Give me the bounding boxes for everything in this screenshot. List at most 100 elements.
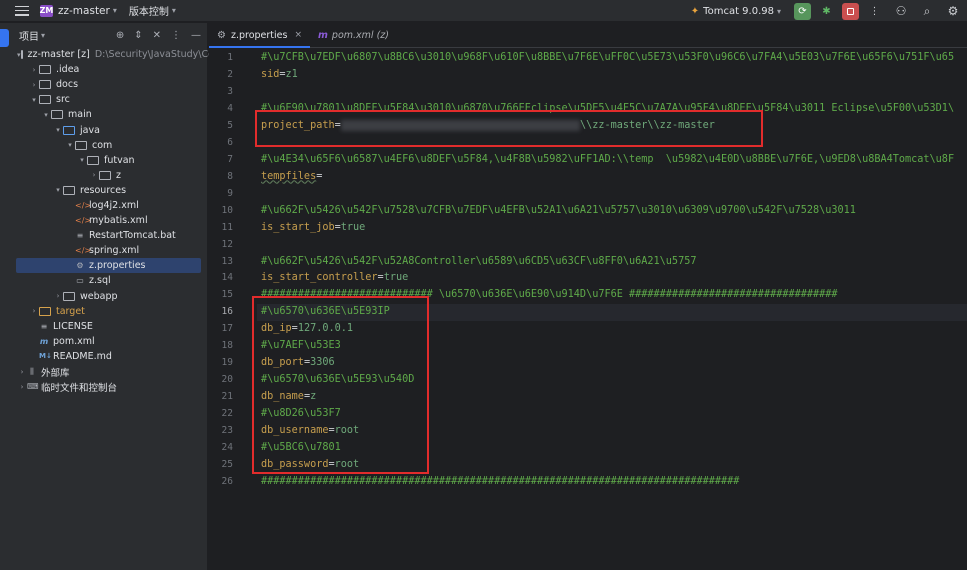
- text-file-icon: ≡: [40, 321, 48, 331]
- chevron-down-icon[interactable]: ▾: [172, 6, 176, 15]
- project-name[interactable]: zz-master: [58, 5, 110, 17]
- code-token: ########################################…: [261, 476, 740, 487]
- tree-item-pom[interactable]: m pom.xml: [9, 334, 207, 349]
- tree-item-label: LICENSE: [53, 320, 93, 332]
- code-line: #\u7CFB\u7EDF\u6807\u8BC6\u3010\u968F\u6…: [261, 52, 954, 63]
- collapse-icon[interactable]: ✕: [153, 30, 161, 41]
- text-file-icon: ≡: [76, 231, 84, 241]
- line-number: 2: [227, 68, 233, 80]
- tree-item-log4j2[interactable]: </> log4j2.xml: [9, 198, 207, 213]
- tree-item-root[interactable]: ▾ zz-master [z] D:\Security\JavaStudy\Co…: [9, 47, 226, 62]
- properties-file-icon: ⚙: [76, 261, 84, 271]
- project-panel-title[interactable]: 项目: [19, 28, 39, 43]
- more-icon[interactable]: ⋮: [171, 30, 181, 41]
- tree-item-label: futvan: [104, 154, 135, 166]
- tab-label: pom.xml (z): [331, 29, 389, 41]
- code-token: z1: [285, 68, 298, 80]
- tomcat-icon: ✦: [690, 5, 700, 17]
- expand-icon[interactable]: ⇕: [134, 30, 142, 41]
- tree-item-spring[interactable]: </> spring.xml: [9, 243, 207, 258]
- code-token: #\u7CFB\u7EDF\u6807\u8BC6\u3010\u968F\u6…: [261, 52, 955, 63]
- line-number: 19: [221, 357, 233, 369]
- tree-item-external-libs[interactable]: › ⫼ 外部库: [9, 364, 207, 379]
- run-icon[interactable]: ⟳: [794, 2, 811, 20]
- line-number: 3: [227, 85, 233, 97]
- vcs-menu[interactable]: 版本控制: [129, 3, 169, 18]
- sql-file-icon: ▭: [76, 276, 84, 286]
- debug-icon[interactable]: ✱: [818, 3, 835, 20]
- code-token: true: [340, 221, 366, 233]
- tree-item-label: z.properties: [89, 260, 146, 272]
- stop-icon[interactable]: [842, 2, 859, 20]
- project-tool-button[interactable]: [0, 29, 9, 47]
- tree-item-label: zz-master [z]: [27, 49, 90, 61]
- maven-file-icon: m: [318, 29, 328, 41]
- tree-item-com[interactable]: ▾ com: [9, 138, 207, 153]
- tree-item-label: resources: [80, 184, 127, 196]
- tree-item-mybatis[interactable]: </> mybatis.xml: [9, 213, 207, 228]
- line-number: 25: [221, 459, 233, 471]
- minimize-icon[interactable]: —: [191, 30, 201, 41]
- tree-item-docs[interactable]: › docs: [9, 77, 207, 92]
- editor-tabs: ⚙ z.properties × m pom.xml (z): [209, 23, 967, 48]
- menu-icon[interactable]: [15, 5, 29, 16]
- locate-icon[interactable]: ⊕: [116, 30, 124, 41]
- line-number: 18: [221, 340, 233, 352]
- tree-item-label: java: [80, 124, 100, 136]
- tree-item-scratches[interactable]: › ⌨ 临时文件和控制台: [9, 379, 207, 394]
- tree-item-idea[interactable]: › .idea: [9, 62, 207, 77]
- tab-label: z.properties: [230, 29, 288, 41]
- chevron-down-icon[interactable]: ▾: [41, 31, 45, 40]
- tree-item-z-properties[interactable]: ⚙ z.properties: [16, 258, 201, 274]
- run-config-label: Tomcat 9.0.98: [703, 5, 774, 17]
- line-number: 14: [221, 272, 233, 284]
- tree-item-label: 外部库: [41, 367, 70, 379]
- more-icon[interactable]: ⋮: [866, 3, 883, 20]
- code-token: #\u662F\u5426\u542F\u52A8Controller\u658…: [261, 255, 697, 267]
- tree-item-label: 临时文件和控制台: [41, 382, 118, 394]
- run-config-selector[interactable]: ✦ Tomcat 9.0.98 ▾: [691, 6, 781, 17]
- tree-item-label: main: [68, 109, 92, 121]
- code-token: is_start_controller: [261, 272, 378, 284]
- chevron-down-icon[interactable]: ▾: [113, 6, 117, 15]
- tree-item-label: log4j2.xml: [89, 199, 139, 211]
- tree-item-futvan[interactable]: ▾ futvan: [9, 153, 207, 168]
- tree-item-readme[interactable]: M↓ README.md: [9, 349, 207, 364]
- code-line: is_start_job=true: [261, 222, 365, 233]
- settings-icon[interactable]: ⚙: [945, 4, 961, 18]
- tree-item-restart-tomcat[interactable]: ≡ RestartTomcat.bat: [9, 228, 207, 243]
- library-icon: ⫼: [30, 366, 34, 376]
- highlight-box-db-config: [252, 296, 429, 474]
- tree-item-java[interactable]: ▾ java: [9, 122, 207, 137]
- code-line: ########################################…: [261, 476, 739, 487]
- tree-item-resources[interactable]: ▾ resources: [9, 183, 207, 198]
- project-panel-header: 项目 ▾ ⊕ ⇕ ✕ ⋮ —: [9, 23, 207, 47]
- tree-item-target[interactable]: › target: [9, 304, 207, 319]
- tree-item-main[interactable]: ▾ main: [9, 107, 207, 122]
- tree-item-webapp[interactable]: › webapp: [9, 289, 207, 304]
- line-number: 26: [221, 476, 233, 487]
- tree-item-label: webapp: [80, 290, 118, 302]
- tree-item-z[interactable]: › z: [9, 168, 207, 183]
- line-number: 7: [227, 153, 233, 165]
- markdown-file-icon: M↓: [39, 352, 52, 361]
- add-user-icon[interactable]: ⚇: [893, 4, 909, 18]
- tree-item-z-sql[interactable]: ▭ z.sql: [9, 273, 207, 288]
- code-line: #\u662F\u5426\u542F\u7528\u7CFB\u7EDF\u4…: [261, 205, 856, 216]
- code-line: #\u662F\u5426\u542F\u52A8Controller\u658…: [261, 256, 696, 267]
- tree-item-label: .idea: [56, 64, 80, 76]
- xml-file-icon: </>: [75, 200, 92, 210]
- title-bar: ZM zz-master ▾ 版本控制 ▾ ✦ Tomcat 9.0.98 ▾ …: [0, 0, 967, 22]
- line-number: 21: [221, 391, 233, 403]
- line-number: 9: [227, 187, 233, 199]
- tab-z-properties[interactable]: ⚙ z.properties ×: [209, 23, 311, 48]
- tree-item-label: spring.xml: [89, 245, 140, 257]
- close-icon[interactable]: ×: [294, 30, 302, 40]
- tree-item-license[interactable]: ≡ LICENSE: [9, 319, 207, 334]
- tree-item-label: docs: [56, 79, 79, 91]
- search-icon[interactable]: ⌕: [919, 4, 935, 19]
- tab-pom-xml[interactable]: m pom.xml (z): [310, 23, 397, 47]
- tree-item-src[interactable]: ▾ src: [9, 92, 207, 107]
- project-badge[interactable]: ZM: [40, 4, 53, 17]
- properties-file-icon: ⚙: [217, 29, 226, 41]
